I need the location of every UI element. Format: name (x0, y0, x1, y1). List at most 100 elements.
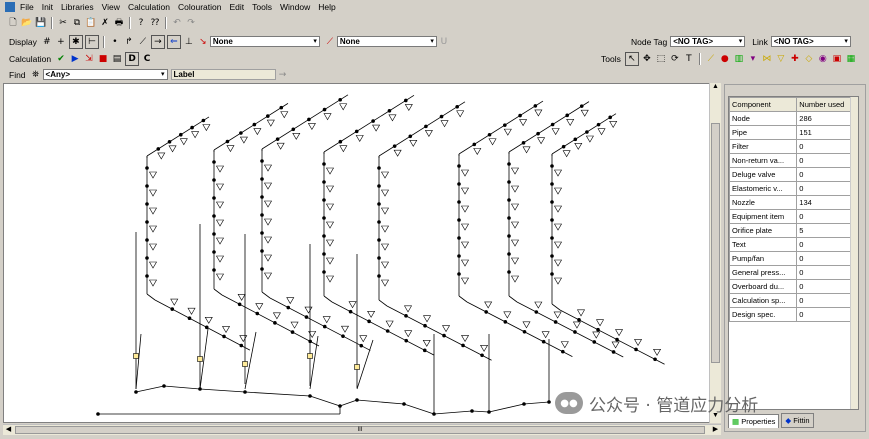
nozzle[interactable] (191, 131, 200, 139)
rotate-icon[interactable]: ⟳ (669, 53, 681, 65)
nozzle[interactable] (215, 165, 225, 173)
nozzle[interactable] (404, 104, 413, 112)
undo-icon[interactable]: ↶ (171, 17, 183, 29)
node[interactable] (167, 139, 172, 144)
delete-icon[interactable]: ✗ (99, 17, 111, 29)
node[interactable] (212, 214, 216, 218)
nozzle[interactable] (611, 341, 620, 349)
nozzle[interactable] (460, 223, 470, 231)
nozzle[interactable] (537, 137, 546, 145)
nozzle[interactable] (263, 254, 273, 262)
nozzle[interactable] (380, 189, 390, 197)
nozzle[interactable] (168, 145, 177, 153)
node[interactable] (507, 162, 511, 166)
node[interactable] (304, 315, 309, 319)
valve-icon[interactable]: ⊥ (183, 36, 195, 48)
node[interactable] (156, 147, 161, 151)
menu-window[interactable]: Window (276, 0, 314, 14)
nozzle[interactable] (325, 185, 335, 193)
nozzle[interactable] (592, 331, 601, 339)
node[interactable] (432, 412, 436, 416)
menu-tools[interactable]: Tools (248, 0, 276, 14)
node[interactable] (260, 195, 264, 199)
node[interactable] (190, 125, 194, 130)
vertical-scroll-thumb[interactable] (711, 123, 720, 363)
menu-calculation[interactable]: Calculation (124, 0, 174, 14)
scroll-up-icon[interactable]: ▲ (710, 83, 721, 94)
nozzle[interactable] (380, 243, 390, 251)
nozzle[interactable] (187, 307, 196, 315)
node[interactable] (457, 254, 461, 258)
step-icon[interactable]: ⇲ (83, 53, 95, 65)
node[interactable] (377, 274, 381, 278)
node[interactable] (338, 97, 342, 102)
open-folder-icon[interactable]: 📂 (21, 17, 33, 29)
node[interactable] (308, 394, 312, 398)
nozzle[interactable] (170, 298, 179, 306)
node[interactable] (266, 114, 270, 118)
node[interactable] (565, 113, 569, 118)
nozzle[interactable] (522, 321, 531, 329)
table-row[interactable]: Overboard du... 0 (728, 279, 855, 294)
node[interactable] (212, 178, 216, 182)
node[interactable] (457, 272, 461, 276)
nozzle[interactable] (325, 239, 335, 247)
node[interactable] (279, 105, 284, 110)
pipe[interactable] (135, 333, 142, 390)
node[interactable] (585, 130, 589, 134)
pipe[interactable] (523, 401, 550, 405)
node[interactable] (457, 236, 461, 240)
nozzle[interactable] (355, 135, 364, 142)
node[interactable] (377, 184, 381, 188)
nozzle[interactable] (488, 138, 497, 146)
pipe[interactable] (339, 399, 358, 407)
node[interactable] (424, 124, 428, 129)
table-row[interactable]: Node 286 (728, 111, 855, 126)
node[interactable] (322, 234, 326, 238)
node[interactable] (550, 182, 554, 186)
scroll-left-icon[interactable]: ◀ (3, 425, 14, 433)
table-row[interactable]: Deluge valve 0 (728, 167, 855, 182)
nozzle[interactable] (553, 259, 563, 267)
node[interactable] (579, 104, 584, 108)
node[interactable] (507, 180, 511, 184)
nozzle[interactable] (263, 182, 273, 190)
grid-icon[interactable]: # (41, 36, 53, 48)
nozzle[interactable] (553, 277, 563, 285)
u-icon[interactable]: U (438, 36, 450, 48)
nozzle[interactable] (148, 189, 158, 197)
node[interactable] (341, 334, 345, 338)
find-component-select[interactable]: <Any> ▾ (42, 69, 168, 80)
nozzle[interactable] (179, 138, 188, 146)
pipe[interactable] (386, 305, 492, 361)
node[interactable] (487, 410, 491, 414)
node[interactable] (237, 302, 242, 307)
nozzle[interactable] (480, 345, 489, 352)
horizontal-scrollbar[interactable]: ◀ III ▶ (3, 424, 721, 435)
pipe[interactable] (163, 385, 201, 390)
report-icon[interactable]: ▤ (111, 53, 123, 65)
node[interactable] (354, 129, 359, 134)
node[interactable] (355, 398, 359, 402)
node[interactable] (260, 231, 264, 235)
node[interactable] (457, 218, 461, 222)
bend-icon[interactable]: ⟋ (137, 36, 149, 48)
orifice-plate[interactable] (197, 356, 203, 362)
node[interactable] (608, 115, 612, 120)
node[interactable] (573, 137, 578, 142)
nozzle[interactable] (503, 311, 512, 319)
nozzle[interactable] (266, 119, 275, 127)
node[interactable] (377, 256, 381, 260)
nozzle[interactable] (541, 331, 550, 339)
pipe[interactable] (378, 101, 466, 157)
nozzle[interactable] (380, 207, 390, 215)
pipe[interactable] (323, 295, 333, 303)
nozzle[interactable] (553, 187, 563, 195)
nozzle[interactable] (460, 205, 470, 213)
node-color-icon[interactable]: ↘ (197, 36, 209, 48)
nozzle[interactable] (585, 135, 594, 143)
node[interactable] (653, 357, 657, 362)
nozzle[interactable] (551, 128, 560, 136)
nozzle[interactable] (226, 145, 235, 153)
nozzle[interactable] (263, 200, 273, 208)
